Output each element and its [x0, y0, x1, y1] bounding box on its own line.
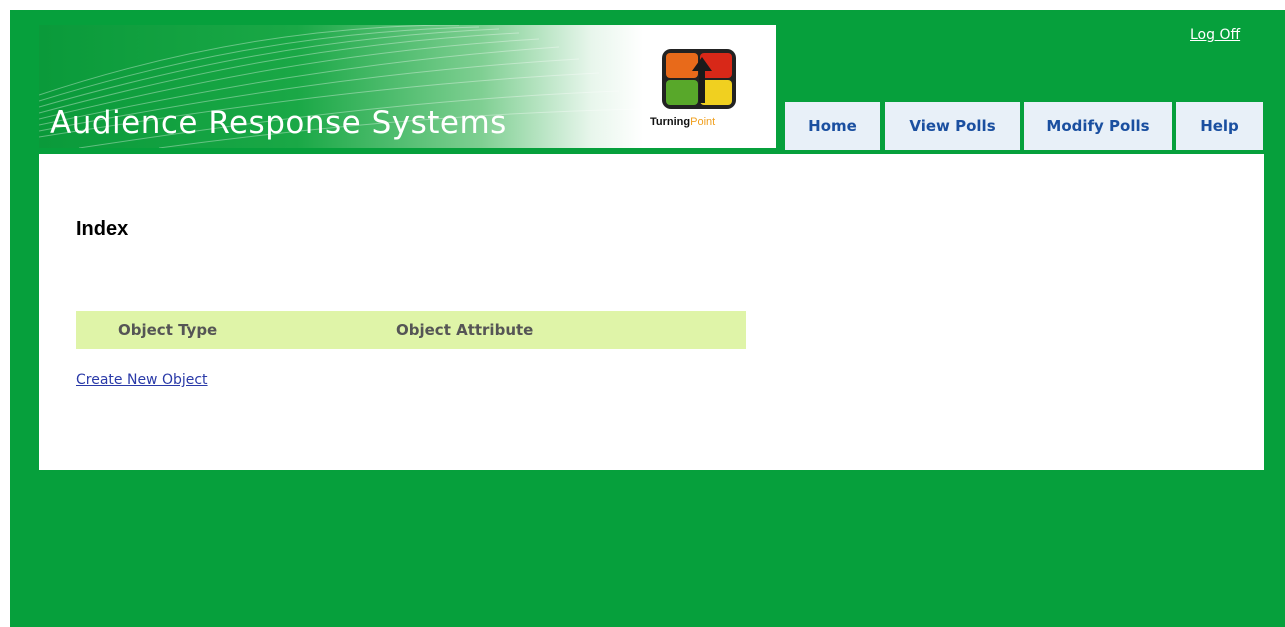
content-panel: Index Object Type Object Attribute Creat…: [39, 154, 1264, 470]
app-title: Audience Response Systems: [50, 105, 507, 141]
turningpoint-logo-icon: [662, 49, 736, 109]
column-header-object-type: Object Type: [118, 321, 218, 339]
tab-home[interactable]: Home: [785, 102, 880, 150]
brand-bold-text: Turning: [650, 116, 691, 128]
table-header-row: Object Type Object Attribute: [76, 311, 746, 349]
logoff-link[interactable]: Log Off: [1190, 27, 1240, 43]
header-banner: Audience Response Systems TurningPoint: [39, 25, 776, 148]
tab-help[interactable]: Help: [1176, 102, 1263, 150]
brand-light-text: Point: [690, 116, 716, 128]
column-header-object-attribute: Object Attribute: [396, 321, 534, 339]
create-new-object-link[interactable]: Create New Object: [76, 372, 208, 388]
tab-modify-polls[interactable]: Modify Polls: [1024, 102, 1172, 150]
turningpoint-brand-text: TurningPoint: [650, 116, 715, 128]
page-background: Audience Response Systems TurningPoint L…: [10, 10, 1285, 627]
page-title: Index: [76, 218, 129, 240]
tab-view-polls[interactable]: View Polls: [885, 102, 1020, 150]
